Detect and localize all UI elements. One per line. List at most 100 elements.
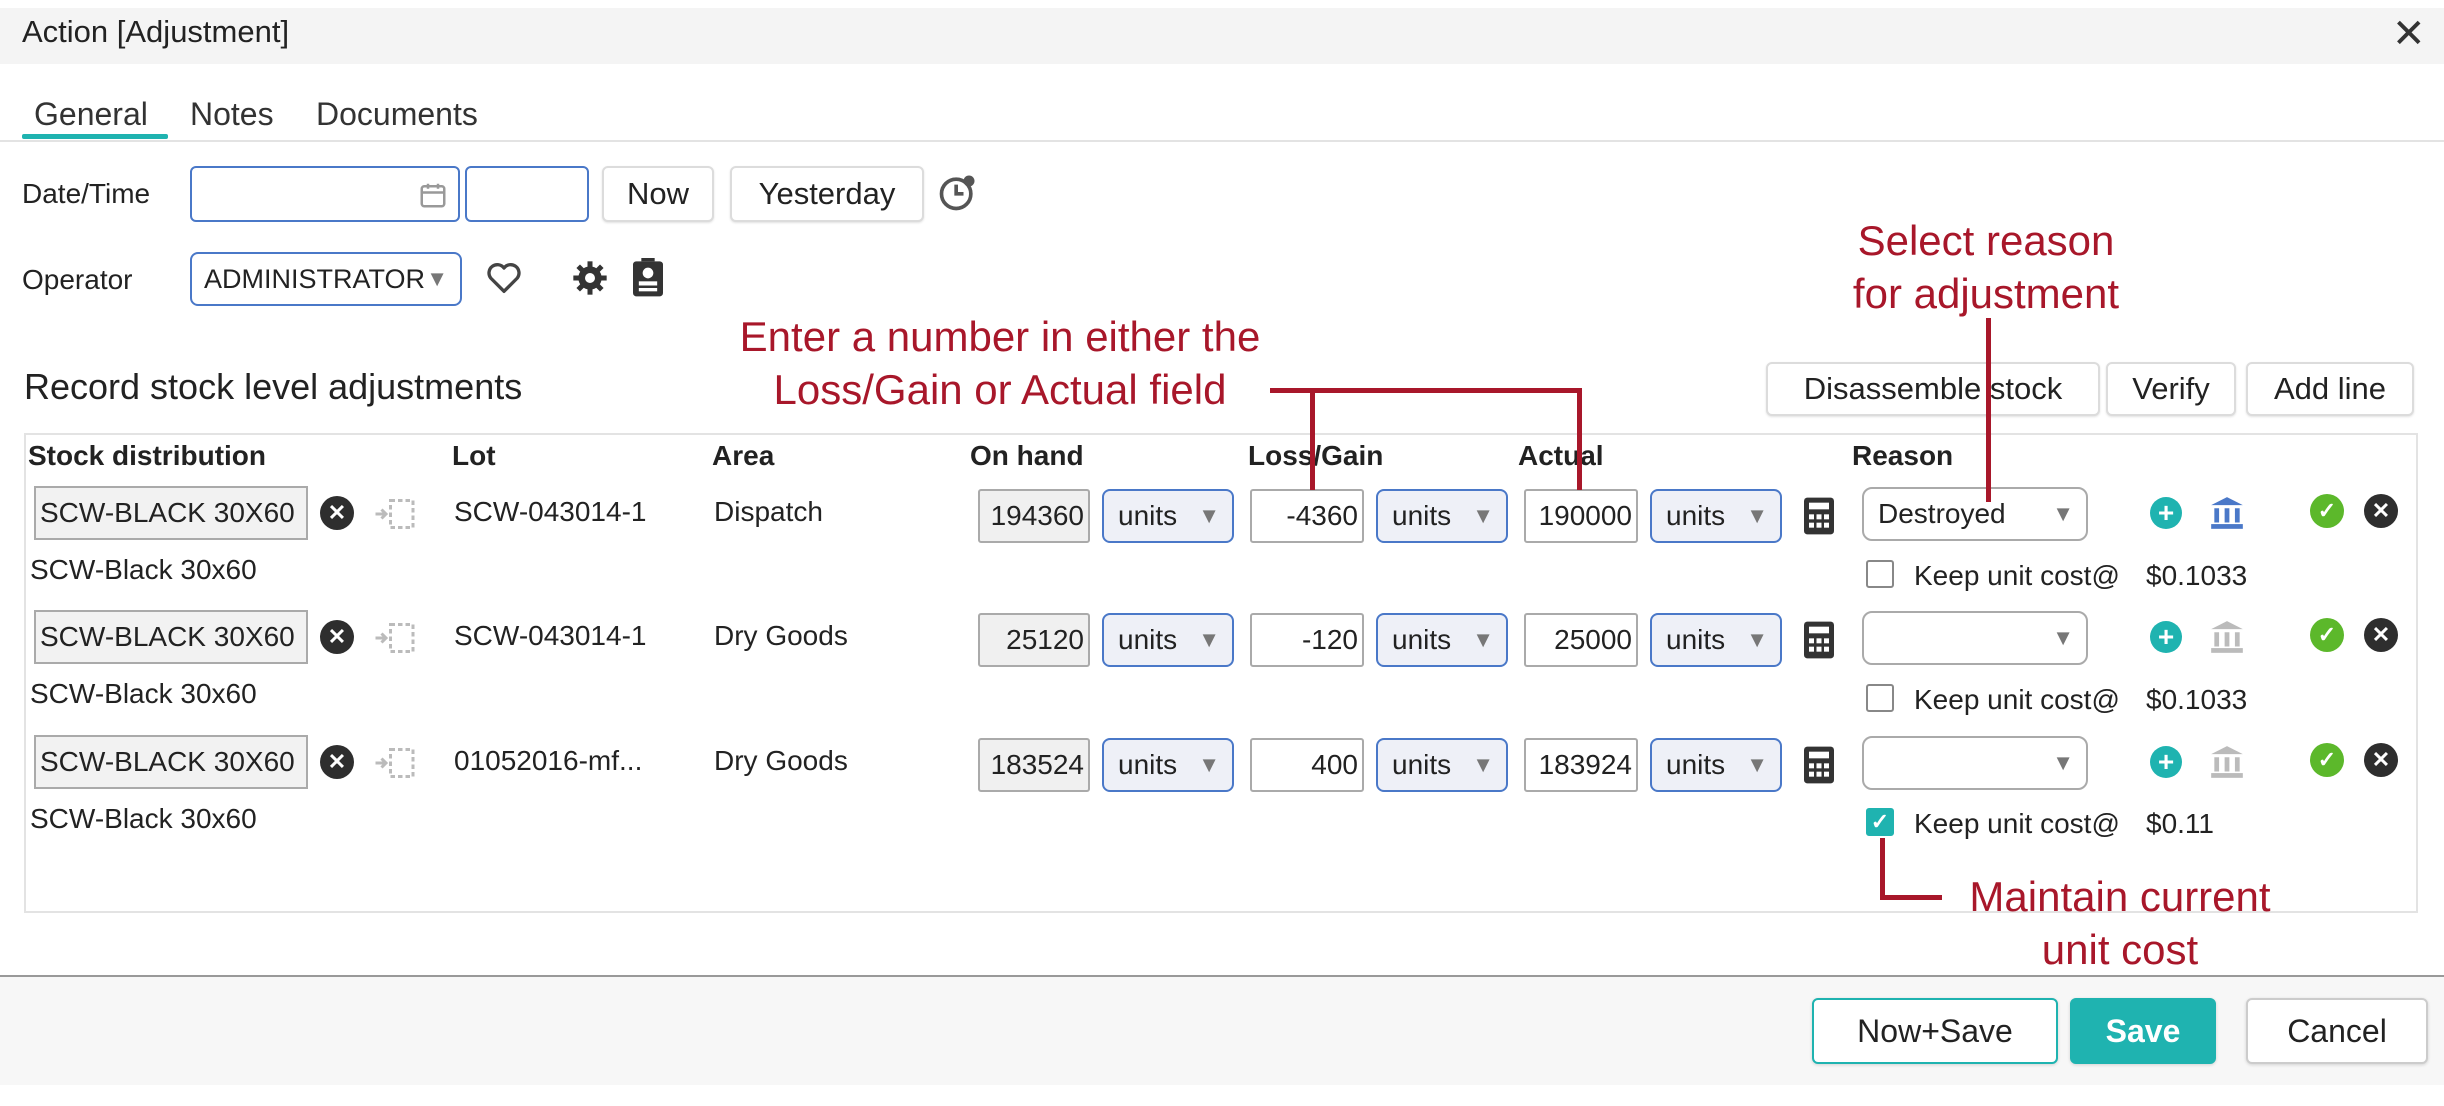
- unit-cost-value: $0.11: [2146, 808, 2214, 839]
- loss-gain-units-select[interactable]: units ▼: [1376, 613, 1508, 667]
- tab-general[interactable]: General: [34, 96, 148, 133]
- section-title: Record stock level adjustments: [24, 366, 523, 407]
- gear-icon[interactable]: [570, 258, 610, 298]
- stock-code-field[interactable]: SCW-BLACK 30X60: [34, 610, 308, 664]
- reason-value: Destroyed: [1878, 498, 2006, 529]
- annotation-connector: [1986, 318, 1991, 502]
- save-button[interactable]: Save: [2070, 998, 2216, 1064]
- col-area: Area: [712, 440, 775, 471]
- chevron-down-icon: ▼: [1198, 627, 1220, 652]
- delete-line-icon[interactable]: ✕: [2364, 618, 2398, 652]
- keep-unit-cost-checkbox[interactable]: ✓: [1866, 808, 1894, 836]
- yesterday-button[interactable]: Yesterday: [730, 166, 924, 222]
- reason-select[interactable]: Destroyed ▼: [1862, 487, 2088, 541]
- stock-code-field[interactable]: SCW-BLACK 30X60: [34, 735, 308, 789]
- annotation-connector: [1577, 388, 1582, 490]
- now-save-button[interactable]: Now+Save: [1812, 998, 2058, 1064]
- clear-stock-icon[interactable]: ✕: [320, 620, 354, 654]
- confirm-line-icon[interactable]: ✓: [2310, 743, 2344, 777]
- tab-documents[interactable]: Documents: [316, 96, 478, 133]
- add-reason-icon[interactable]: +: [2150, 497, 2182, 529]
- verify-button[interactable]: Verify: [2106, 362, 2236, 416]
- clear-stock-icon[interactable]: ✕: [320, 745, 354, 779]
- loss-gain-input[interactable]: -4360: [1250, 489, 1364, 543]
- clock-history-icon[interactable]: [936, 170, 980, 214]
- chevron-down-icon: ▼: [2052, 501, 2074, 526]
- actual-units-select[interactable]: units ▼: [1650, 613, 1782, 667]
- stock-description: SCW-Black 30x60: [30, 678, 257, 709]
- add-reason-icon[interactable]: +: [2150, 746, 2182, 778]
- heart-icon[interactable]: [484, 258, 524, 298]
- split-stock-icon[interactable]: [374, 496, 416, 532]
- chevron-down-icon: ▼: [1746, 627, 1768, 652]
- date-field[interactable]: [190, 166, 460, 222]
- annotation-connector: [1880, 895, 1942, 900]
- on-hand-units-select[interactable]: units ▼: [1102, 738, 1234, 792]
- loss-gain-input[interactable]: 400: [1250, 738, 1364, 792]
- actual-units-select[interactable]: units ▼: [1650, 738, 1782, 792]
- bank-icon[interactable]: [2208, 743, 2246, 781]
- split-stock-icon[interactable]: [374, 620, 416, 656]
- on-hand-units-select[interactable]: units ▼: [1102, 489, 1234, 543]
- bank-icon[interactable]: [2208, 618, 2246, 656]
- delete-line-icon[interactable]: ✕: [2364, 743, 2398, 777]
- cancel-button[interactable]: Cancel: [2246, 998, 2428, 1064]
- clear-stock-icon[interactable]: ✕: [320, 496, 354, 530]
- close-icon[interactable]: ✕: [2392, 14, 2426, 54]
- actual-input[interactable]: 190000: [1524, 489, 1638, 543]
- disassemble-stock-button[interactable]: Disassemble stock: [1766, 362, 2100, 416]
- loss-gain-units-select[interactable]: units ▼: [1376, 738, 1508, 792]
- chevron-down-icon: ▼: [1198, 752, 1220, 777]
- add-reason-icon[interactable]: +: [2150, 621, 2182, 653]
- units-value: units: [1118, 624, 1178, 655]
- annotation-enter-number: Enter a number in either the Loss/Gain o…: [680, 310, 1320, 416]
- calendar-icon[interactable]: [418, 180, 448, 210]
- units-value: units: [1118, 749, 1178, 780]
- reason-select[interactable]: ▼: [1862, 611, 2088, 665]
- time-field[interactable]: [465, 166, 589, 222]
- lot-value: SCW-043014-1: [454, 496, 647, 527]
- chevron-down-icon: ▼: [426, 266, 448, 291]
- bank-icon[interactable]: [2208, 494, 2246, 532]
- on-hand-field: 194360: [978, 489, 1090, 543]
- stock-description: SCW-Black 30x60: [30, 803, 257, 834]
- confirm-line-icon[interactable]: ✓: [2310, 494, 2344, 528]
- add-line-button[interactable]: Add line: [2246, 362, 2414, 416]
- stock-code-field[interactable]: SCW-BLACK 30X60: [34, 486, 308, 540]
- loss-gain-units-select[interactable]: units ▼: [1376, 489, 1508, 543]
- dialog-title-bar: [0, 8, 2444, 64]
- annotation-line: unit cost: [2041, 926, 2199, 973]
- on-hand-field: 25120: [978, 613, 1090, 667]
- annotation-connector: [1310, 388, 1315, 490]
- operator-select[interactable]: ADMINISTRATOR ▼: [190, 252, 462, 306]
- keep-unit-cost-checkbox[interactable]: [1866, 560, 1894, 588]
- units-value: units: [1666, 500, 1726, 531]
- stock-description: SCW-Black 30x60: [30, 554, 257, 585]
- reason-select[interactable]: ▼: [1862, 736, 2088, 790]
- chevron-down-icon: ▼: [1472, 752, 1494, 777]
- now-button[interactable]: Now: [602, 166, 714, 222]
- annotation-connector: [1270, 388, 1582, 393]
- split-stock-icon[interactable]: [374, 745, 416, 781]
- delete-line-icon[interactable]: ✕: [2364, 494, 2398, 528]
- tab-notes[interactable]: Notes: [190, 96, 274, 133]
- on-hand-units-select[interactable]: units ▼: [1102, 613, 1234, 667]
- annotation-line: Maintain current: [1969, 873, 2271, 920]
- calculator-icon[interactable]: [1802, 620, 1836, 660]
- col-lot: Lot: [452, 440, 496, 471]
- chevron-down-icon: ▼: [2052, 750, 2074, 775]
- calculator-icon[interactable]: [1802, 745, 1836, 785]
- contact-card-icon[interactable]: [628, 256, 668, 300]
- units-value: units: [1392, 500, 1452, 531]
- actual-units-select[interactable]: units ▼: [1650, 489, 1782, 543]
- calculator-icon[interactable]: [1802, 496, 1836, 536]
- actual-input[interactable]: 183924: [1524, 738, 1638, 792]
- chevron-down-icon: ▼: [1746, 503, 1768, 528]
- keep-unit-cost-checkbox[interactable]: [1866, 684, 1894, 712]
- annotation-maintain-cost: Maintain current unit cost: [1938, 870, 2302, 976]
- annotation-line: Enter a number in either the: [739, 313, 1261, 360]
- loss-gain-input[interactable]: -120: [1250, 613, 1364, 667]
- units-value: units: [1392, 749, 1452, 780]
- confirm-line-icon[interactable]: ✓: [2310, 618, 2344, 652]
- actual-input[interactable]: 25000: [1524, 613, 1638, 667]
